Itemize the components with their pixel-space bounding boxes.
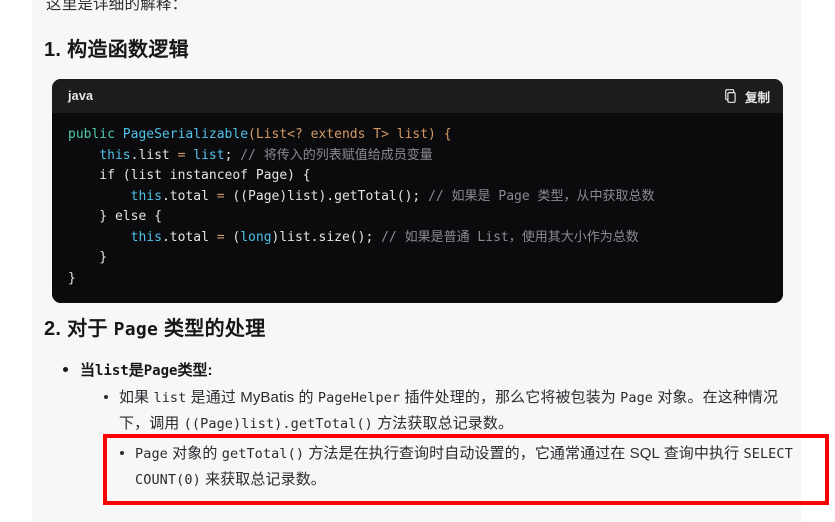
b2a-part1: 如果 — [119, 389, 154, 406]
code-line: } — [52, 248, 783, 269]
code-token: // 如果是普通 List，使用其大小作为总数 — [381, 229, 639, 245]
copy-icon — [725, 88, 739, 104]
b2a-mono-page: Page — [620, 390, 654, 406]
code-token: } else { — [68, 209, 162, 224]
bullet-level2-pagehelper: 如果 list 是通过 MyBatis 的 PageHelper 插件处理的，那… — [104, 385, 779, 437]
bullet-dot — [120, 451, 124, 455]
bullet-l1-middle: 是 — [128, 362, 144, 379]
copy-code-button[interactable]: 复制 — [725, 87, 770, 106]
code-token: if (list instanceof Page) { — [68, 168, 311, 183]
b2b-mono-gettotal: getTotal() — [221, 446, 305, 462]
b2a-mono-pagehelper: PageHelper — [317, 390, 401, 406]
b2b-part3: 来获取总记录数。 — [200, 471, 326, 488]
code-line: this.total = ((Page)list).getTotal(); //… — [52, 187, 783, 208]
code-token: } — [68, 270, 76, 286]
code-line: this.list = list; // 将传入的列表赋值给成员变量 — [52, 146, 783, 167]
intro-paragraph: 这里是详细的解释： — [46, 0, 188, 13]
code-token: // 将传入的列表赋值给成员变量 — [240, 147, 433, 163]
code-line: public PageSerializable(List<? extends T… — [52, 125, 783, 146]
code-token: this — [130, 188, 162, 204]
section-2-heading: 2. 对于 Page 类型的处理 — [44, 312, 266, 341]
code-token: PageSerializable — [122, 127, 249, 142]
section-2-prefix: 对于 — [67, 318, 108, 340]
code-block: java 复制 public PageSerializable(List<? e… — [52, 79, 783, 303]
copy-button-label: 复制 — [744, 90, 770, 105]
code-token: } — [68, 250, 108, 265]
code-token: public — [68, 127, 115, 142]
code-token: this — [99, 147, 131, 163]
code-line: if (list instanceof Page) { — [52, 166, 783, 187]
b2a-mono-gettotal: ((Page)list).getTotal() — [183, 416, 373, 432]
bullet-dot — [104, 395, 108, 399]
code-line: this.total = (long)list.size(); // 如果是普通… — [52, 228, 783, 249]
code-token: ( — [248, 127, 256, 142]
code-token: List<? extends T> list — [255, 127, 429, 142]
bullet-l1-mono-list: list — [95, 363, 129, 379]
code-line: } else { — [52, 207, 783, 228]
code-token: long — [240, 229, 272, 245]
code-token: .list — [130, 147, 170, 163]
code-content: public PageSerializable(List<? extends T… — [52, 113, 783, 303]
code-block-header: java 复制 — [52, 79, 783, 113]
code-token: { — [443, 127, 452, 142]
b2a-mono-list: list — [153, 390, 187, 406]
section-1-title: 构造函数逻辑 — [67, 39, 189, 61]
page-root: 这里是详细的解释： 1. 构造函数逻辑 java 复制 public PageS… — [0, 0, 835, 522]
code-token: = — [169, 147, 194, 163]
b2a-part2: 是通过 MyBatis 的 — [186, 389, 318, 406]
code-token: = — [208, 229, 233, 245]
b2b-mono-page: Page — [135, 446, 168, 462]
section-2-mono-term: Page — [113, 319, 159, 340]
bullet-dot — [63, 367, 68, 372]
code-token: ; — [224, 147, 241, 163]
code-token: .total — [161, 188, 209, 204]
bullet-l1-suffix: 类型: — [177, 362, 213, 379]
code-token: .total — [161, 229, 209, 245]
b2a-part3: 插件处理的，那么它将被包装为 — [400, 389, 621, 406]
code-token: list — [193, 147, 225, 163]
code-language-label: java — [68, 89, 94, 103]
bullet-l1-mono-page: Page — [143, 363, 178, 379]
section-2-suffix: 类型的处理 — [164, 318, 266, 340]
code-token: )list.size(); — [271, 229, 382, 245]
b2a-part5: 方法获取总记录数。 — [372, 415, 514, 432]
bullet-level2-gettotal-highlighted: Page 对象的 getTotal() 方法是在执行查询时自动设置的，它通常通过… — [120, 441, 815, 493]
code-token: = — [208, 188, 233, 204]
section-1-number: 1. — [44, 39, 62, 61]
section-1-heading: 1. 构造函数逻辑 — [44, 33, 189, 62]
code-token: // 如果是 Page 类型，从中获取总数 — [428, 188, 655, 204]
code-token: ) — [428, 127, 436, 142]
content-pane: 这里是详细的解释： 1. 构造函数逻辑 java 复制 public PageS… — [32, 0, 829, 522]
code-token: this — [130, 229, 162, 245]
b2b-part1: 对象的 — [167, 445, 222, 462]
section-2-number: 2. — [44, 318, 62, 340]
bullet-l1-prefix: 当 — [80, 362, 96, 379]
code-token: ((Page)list).getTotal(); — [232, 188, 429, 204]
bullet-level1-list-page: 当list是Page类型: — [63, 358, 213, 384]
code-line: } — [52, 269, 783, 290]
b2b-part2: 方法是在执行查询时自动设置的，它通常通过在 SQL 查询中执行 — [304, 445, 744, 462]
